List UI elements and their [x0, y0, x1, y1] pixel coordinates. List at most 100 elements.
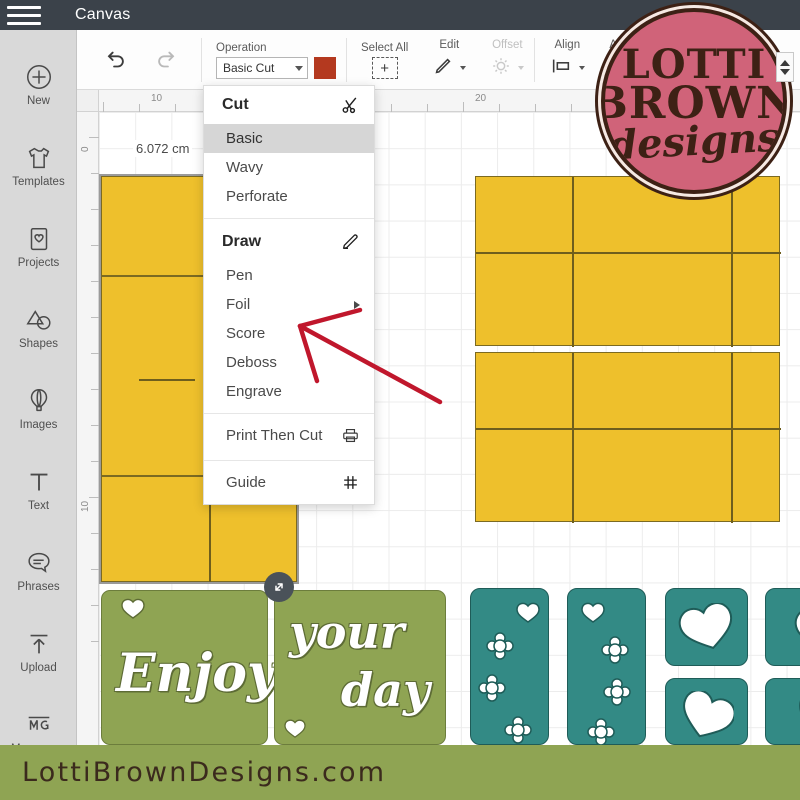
- canvas-shape-green-card[interactable]: Enjoy: [101, 590, 277, 745]
- sidebar-item-new[interactable]: New: [0, 44, 77, 125]
- menu-item-wavy[interactable]: Wavy: [204, 153, 374, 182]
- chevron-down-icon: [518, 66, 525, 71]
- flower-cut-icon: [486, 632, 514, 660]
- heart-cut-icon: [121, 598, 145, 619]
- upload-arrow-icon: [24, 629, 54, 659]
- menu-item-label: Guide: [226, 474, 267, 491]
- offset-group[interactable]: Offset: [476, 31, 534, 89]
- undo-icon[interactable]: [99, 44, 131, 76]
- sidebar-item-projects[interactable]: Projects: [0, 206, 77, 287]
- value-stepper[interactable]: [776, 52, 794, 82]
- edit-caption: Edit: [439, 39, 460, 52]
- canvas-shape-yellow-card[interactable]: [475, 352, 781, 523]
- menu-section-label: Cut: [222, 96, 249, 113]
- canvas-shape-teal-card[interactable]: [470, 588, 549, 745]
- text-t-icon: [24, 467, 54, 497]
- menu-item-deboss[interactable]: Deboss: [204, 348, 374, 377]
- caret-up-icon[interactable]: [780, 59, 790, 66]
- operation-group: Operation Basic Cut: [202, 31, 346, 89]
- resize-diagonal-icon[interactable]: [264, 572, 294, 602]
- sidebar-item-text[interactable]: Text: [0, 449, 77, 530]
- menu-section-header-draw: Draw: [204, 223, 374, 261]
- canvas-shape-yellow-card[interactable]: [475, 176, 781, 347]
- sidebar-item-templates[interactable]: Templates: [0, 125, 77, 206]
- sidebar-item-label: New: [26, 94, 50, 107]
- heart-cut-icon: [683, 691, 734, 738]
- scissors-icon: [340, 95, 360, 115]
- menu-item-print-then-cut[interactable]: Print Then Cut: [204, 418, 374, 453]
- chevron-right-icon: [354, 300, 360, 309]
- canvas-shape-teal-card[interactable]: [765, 588, 800, 666]
- brand-logo-watermark: LOTTI BROWN designs: [601, 8, 787, 194]
- artwork-text-your: your: [289, 605, 405, 659]
- flower-cut-icon: [478, 674, 506, 702]
- shapes-icon: [24, 305, 54, 335]
- canvas-shape-teal-card[interactable]: [567, 588, 646, 745]
- menu-item-engrave[interactable]: Engrave: [204, 377, 374, 406]
- menu-item-pen[interactable]: Pen: [204, 261, 374, 290]
- heart-cut-icon: [284, 719, 306, 738]
- chevron-down-icon: [295, 65, 303, 71]
- monogram-mg-icon: [24, 710, 54, 740]
- ruler-label-h: 20: [475, 93, 487, 104]
- logo-line-3: designs: [607, 113, 781, 170]
- flower-cut-icon: [601, 636, 629, 664]
- menu-divider: [204, 460, 374, 461]
- grid-hash-icon: [341, 473, 360, 492]
- sidebar-item-label: Upload: [20, 661, 57, 674]
- select-all-icon: +: [371, 57, 398, 80]
- offset-caption: Offset: [492, 39, 523, 52]
- align-group[interactable]: Align: [535, 31, 595, 89]
- menu-item-perforate[interactable]: Perforate: [204, 182, 374, 211]
- operation-dropdown-menu[interactable]: Cut Basic Wavy Perforate Draw Pen Foil S…: [203, 85, 375, 505]
- ruler-corner: [77, 90, 99, 112]
- sidebar-item-images[interactable]: Images: [0, 368, 77, 449]
- canvas-shape-green-card[interactable]: your day: [274, 590, 446, 745]
- menu-divider: [204, 218, 374, 219]
- sidebar-item-phrases[interactable]: Phrases: [0, 530, 77, 611]
- cricut-design-space-window: Canvas New Templates Projects Shapes Ima…: [0, 0, 800, 800]
- heart-cut-icon: [581, 602, 605, 623]
- vertical-ruler: 0 10: [77, 112, 99, 745]
- menu-item-guide[interactable]: Guide: [204, 465, 374, 502]
- sidebar-item-label: Phrases: [17, 580, 60, 593]
- hamburger-icon[interactable]: [0, 0, 46, 30]
- sidebar-item-upload[interactable]: Upload: [0, 611, 77, 692]
- tshirt-icon: [24, 143, 54, 173]
- operation-caption: Operation: [216, 41, 267, 54]
- menu-section-label: Draw: [222, 233, 262, 250]
- printer-icon: [341, 426, 360, 445]
- left-sidebar: New Templates Projects Shapes Images Tex…: [0, 30, 77, 754]
- heart-cut-icon: [678, 603, 733, 650]
- operation-color-swatch[interactable]: [314, 57, 336, 80]
- hot-air-balloon-icon: [24, 386, 54, 416]
- menu-item-basic[interactable]: Basic: [204, 124, 374, 153]
- menu-item-score[interactable]: Score: [204, 319, 374, 348]
- operation-value: Basic Cut: [223, 61, 275, 76]
- sidebar-item-label: Text: [27, 499, 50, 512]
- sidebar-item-shapes[interactable]: Shapes: [0, 287, 77, 368]
- menu-item-label: Engrave: [226, 383, 282, 400]
- page-title: Canvas: [75, 6, 131, 23]
- align-icon: [549, 55, 573, 82]
- menu-item-label: Deboss: [226, 354, 277, 371]
- artwork-text-day: day: [341, 663, 430, 717]
- menu-item-label: Print Then Cut: [226, 427, 323, 444]
- canvas-shape-teal-card[interactable]: [665, 588, 748, 666]
- redo-icon[interactable]: [151, 44, 183, 76]
- plus-circle-icon: [24, 62, 54, 92]
- flower-cut-icon: [587, 718, 615, 745]
- card-heart-icon: [24, 224, 54, 254]
- menu-item-label: Basic: [226, 130, 263, 147]
- ruler-label-v: 10: [80, 500, 91, 512]
- select-all-group[interactable]: Select All +: [347, 31, 418, 89]
- menu-item-label: Pen: [226, 267, 253, 284]
- caret-down-icon[interactable]: [780, 68, 790, 75]
- canvas-shape-teal-card[interactable]: [665, 678, 748, 745]
- canvas-shape-teal-card[interactable]: [765, 678, 800, 745]
- offset-icon: [490, 55, 512, 82]
- menu-item-foil[interactable]: Foil: [204, 290, 374, 319]
- edit-group[interactable]: Edit: [418, 31, 476, 89]
- fold-line: [476, 252, 781, 254]
- operation-select[interactable]: Basic Cut: [216, 57, 308, 80]
